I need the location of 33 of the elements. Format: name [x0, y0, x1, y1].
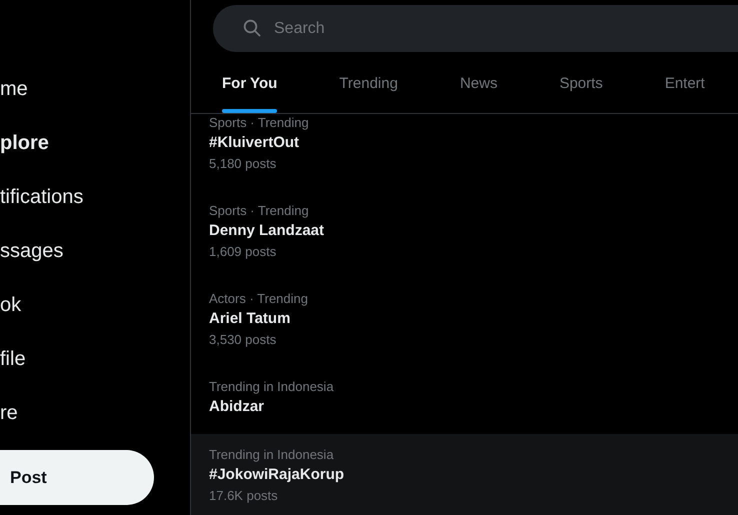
- trend-row[interactable]: Sports · Trending Denny Landzaat 1,609 posts: [191, 190, 738, 278]
- nav-item[interactable]: file: [0, 332, 26, 386]
- trend-row[interactable]: Trending in Indonesia Abidzar: [191, 366, 738, 434]
- trend-row[interactable]: Actors · Trending Ariel Tatum 3,530 posts: [191, 278, 738, 366]
- trend-title[interactable]: Denny Landzaat: [209, 220, 324, 242]
- trend-title[interactable]: #KluivertOut: [209, 132, 300, 154]
- tab[interactable]: For You: [191, 52, 308, 113]
- trend-category: Actors · Trending: [209, 290, 308, 308]
- nav-item[interactable]: re: [0, 386, 18, 440]
- search-field[interactable]: Search: [213, 5, 738, 52]
- post-count: 3,530 posts: [209, 331, 276, 349]
- tab[interactable]: Sports: [528, 52, 634, 113]
- trend-title[interactable]: Ariel Tatum: [209, 308, 290, 330]
- trend-title[interactable]: #JokowiRajaKorup: [209, 464, 344, 486]
- nav-item[interactable]: ssages: [0, 224, 64, 278]
- nav-item[interactable]: me: [0, 62, 28, 116]
- nav-item[interactable]: ok: [0, 278, 22, 332]
- post-button[interactable]: Post: [0, 450, 154, 505]
- trend-title[interactable]: Abidzar: [209, 396, 264, 418]
- trend-row[interactable]: Sports · Trending #KluivertOut 5,180 posts: [191, 114, 738, 190]
- post-count: 17.6K posts: [209, 487, 278, 505]
- trend-category: Trending in Indonesia: [209, 378, 334, 396]
- post-count: 1,609 posts: [209, 243, 276, 261]
- trend-category: Sports · Trending: [209, 202, 309, 220]
- tab[interactable]: News: [428, 52, 528, 113]
- nav-item[interactable]: tifications: [0, 170, 84, 224]
- trend-category: Trending in Indonesia: [209, 446, 334, 464]
- post-count: 5,180 posts: [209, 155, 276, 173]
- trend-category: Sports · Trending: [209, 114, 309, 132]
- tab[interactable]: Entert: [634, 52, 736, 113]
- trend-row[interactable]: Trending in Indonesia #JokowiRajaKorup 17.6K posts: [191, 434, 738, 515]
- tab[interactable]: Trending: [308, 52, 429, 113]
- nav-item[interactable]: plore: [0, 116, 49, 170]
